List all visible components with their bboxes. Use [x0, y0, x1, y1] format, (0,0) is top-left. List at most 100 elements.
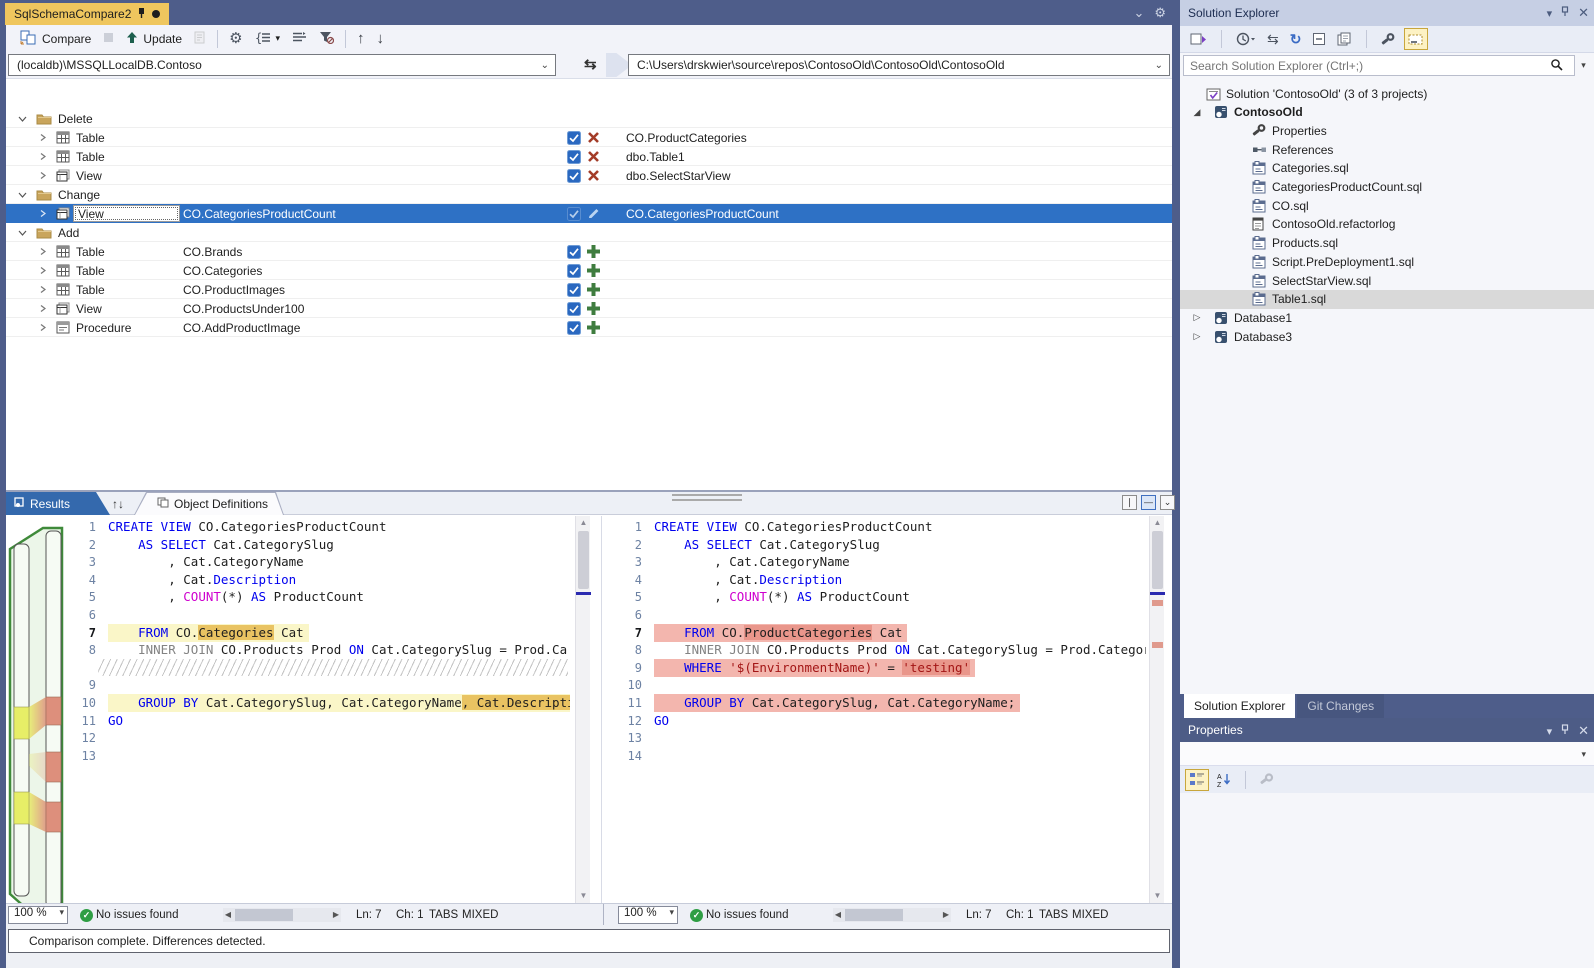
table-row[interactable]: TableCO.ProductCategories: [6, 128, 1172, 147]
chevron-right-icon[interactable]: [39, 261, 47, 280]
refresh-icon[interactable]: ↻: [1288, 28, 1304, 50]
table-row[interactable]: ProcedureCO.AddProductImage: [6, 318, 1172, 337]
close-icon[interactable]: ✕: [1578, 723, 1589, 739]
show-all-files-icon[interactable]: [1335, 28, 1354, 50]
tab-git-changes[interactable]: Git Changes: [1297, 694, 1384, 718]
update-button[interactable]: Update: [120, 28, 188, 50]
table-row[interactable]: Viewdbo.SelectStarView: [6, 166, 1172, 185]
tab-object-definitions[interactable]: Object Definitions: [135, 493, 283, 515]
horizontal-scrollbar[interactable]: ◀▶: [833, 908, 951, 922]
pending-changes-icon[interactable]: [1234, 28, 1258, 50]
table-row[interactable]: ViewCO.CategoriesProductCountCO.Categori…: [6, 204, 1172, 223]
document-tab-sqlschemacompare[interactable]: SqlSchemaCompare2: [5, 3, 169, 25]
gear-icon[interactable]: ⚙: [223, 29, 248, 49]
include-checkbox[interactable]: [567, 299, 581, 318]
source-database-dropdown[interactable]: (localdb)\MSSQLLocalDB.Contoso ⌄: [8, 54, 556, 76]
alphabetical-sort-button[interactable]: AZ: [1215, 769, 1234, 791]
tree-item-products-sql[interactable]: Products.sql: [1180, 234, 1594, 253]
zoom-dropdown[interactable]: 100 %▾: [618, 906, 678, 924]
tree-item-contosoold-refactorlog[interactable]: ContosoOld.refactorlog: [1180, 215, 1594, 234]
chevron-right-icon[interactable]: [39, 204, 47, 223]
expander-collapsed-icon[interactable]: ▷: [1192, 331, 1202, 342]
include-checkbox[interactable]: [567, 147, 581, 166]
group-row-delete[interactable]: Delete: [6, 109, 1172, 128]
vs-switch-icon[interactable]: [1188, 28, 1209, 50]
group-row-change[interactable]: Change: [6, 185, 1172, 204]
display-options-icon[interactable]: [286, 28, 313, 49]
include-checkbox[interactable]: [567, 280, 581, 299]
tree-item-script-predeployment1-sql[interactable]: Script.PreDeployment1.sql: [1180, 252, 1594, 271]
arrow-up-icon[interactable]: ↑: [351, 29, 371, 49]
include-checkbox[interactable]: [567, 242, 581, 261]
expander-expanded-icon[interactable]: ◢: [1192, 107, 1202, 118]
tree-item-selectstarview-sql[interactable]: SelectStarView.sql: [1180, 271, 1594, 290]
split-vertical-button[interactable]: ❘: [1122, 495, 1137, 510]
properties-title-bar[interactable]: Properties ▾ ✕: [1180, 718, 1594, 742]
arrow-down-icon[interactable]: ↓: [371, 29, 391, 49]
chevron-right-icon[interactable]: [39, 128, 47, 147]
group-by-icon[interactable]: {▾: [249, 28, 287, 50]
filter-icon[interactable]: [313, 28, 340, 50]
compare-button[interactable]: Compare: [14, 27, 97, 51]
chevron-down-icon[interactable]: ⌄: [1133, 5, 1144, 21]
chevron-down-icon[interactable]: [18, 109, 27, 128]
tree-item-references[interactable]: References: [1180, 140, 1594, 159]
tab-solution-explorer[interactable]: Solution Explorer: [1184, 694, 1295, 718]
horizontal-scrollbar[interactable]: ◀▶: [223, 908, 341, 922]
chevron-down-icon[interactable]: [18, 185, 27, 204]
solution-tree[interactable]: Solution 'ContosoOld' (3 of 3 projects)◢…: [1180, 80, 1594, 680]
object-type-editbox[interactable]: View: [73, 205, 180, 222]
window-position-chevron-icon[interactable]: ▾: [1547, 725, 1553, 738]
target-code-editor[interactable]: 1CREATE VIEW CO.CategoriesProductCount2 …: [610, 516, 1146, 903]
expander-collapsed-icon[interactable]: ▷: [1192, 312, 1202, 323]
include-checkbox[interactable]: [567, 318, 581, 337]
include-checkbox[interactable]: [567, 261, 581, 280]
chevron-right-icon[interactable]: [39, 280, 47, 299]
group-row-add[interactable]: Add: [6, 223, 1172, 242]
tree-item-categoriesproductcount-sql[interactable]: CategoriesProductCount.sql: [1180, 178, 1594, 197]
collapse-pane-button[interactable]: ⌄: [1160, 495, 1175, 510]
window-position-chevron-icon[interactable]: ▾: [1547, 7, 1553, 20]
tree-item-contosoold[interactable]: ◢ContosoOld: [1180, 103, 1594, 122]
search-options-chevron[interactable]: ▾: [1576, 55, 1591, 76]
tree-item-solution-contosoold-3-of-3-pro[interactable]: Solution 'ContosoOld' (3 of 3 projects): [1180, 84, 1594, 103]
preview-selected-icon[interactable]: [1404, 28, 1428, 50]
chevron-right-icon[interactable]: [39, 299, 47, 318]
gear-icon[interactable]: ⚙: [1154, 5, 1166, 21]
table-row[interactable]: TableCO.Categories: [6, 261, 1172, 280]
right-editor-scrollbar[interactable]: ▲▼: [1149, 516, 1164, 903]
table-row[interactable]: TableCO.Brands: [6, 242, 1172, 261]
swap-source-target-button[interactable]: ⇆: [584, 55, 597, 73]
include-checkbox[interactable]: [567, 128, 581, 147]
pin-icon[interactable]: [1561, 6, 1569, 20]
properties-wrench-icon[interactable]: [1379, 28, 1397, 50]
chevron-right-icon[interactable]: [39, 147, 47, 166]
source-code-editor[interactable]: 1CREATE VIEW CO.CategoriesProductCount2 …: [64, 516, 570, 903]
pin-icon[interactable]: [1561, 724, 1569, 738]
categorized-view-button[interactable]: [1185, 769, 1209, 791]
collapse-all-icon[interactable]: [1310, 28, 1328, 50]
diff-minimap[interactable]: [8, 524, 64, 914]
solution-explorer-title-bar[interactable]: Solution Explorer ▾ ✕: [1180, 0, 1594, 26]
chevron-right-icon[interactable]: [39, 242, 47, 261]
chevron-right-icon[interactable]: [39, 166, 47, 185]
tree-item-table1-sql[interactable]: Table1.sql: [1180, 290, 1594, 309]
pane-divider[interactable]: [601, 516, 602, 903]
schema-compare-grid[interactable]: DeleteTableCO.ProductCategoriesTabledbo.…: [6, 78, 1172, 490]
target-project-dropdown[interactable]: C:\Users\drskwier\source\repos\ContosoOl…: [628, 54, 1170, 76]
tree-item-categories-sql[interactable]: Categories.sql: [1180, 159, 1594, 178]
sync-icon[interactable]: ⇆: [1265, 28, 1281, 50]
tree-item-database1[interactable]: ▷Database1: [1180, 308, 1594, 327]
splitter-grip[interactable]: [672, 494, 742, 501]
close-icon[interactable]: ✕: [1578, 5, 1589, 21]
sort-order-button[interactable]: ↑↓: [112, 494, 132, 513]
table-row[interactable]: Tabledbo.Table1: [6, 147, 1172, 166]
left-editor-scrollbar[interactable]: ▲▼: [575, 516, 590, 903]
include-checkbox[interactable]: [567, 166, 581, 185]
chevron-down-icon[interactable]: [18, 223, 27, 242]
tab-results[interactable]: Results: [6, 492, 110, 515]
split-horizontal-button[interactable]: —: [1141, 495, 1156, 510]
solution-explorer-search-box[interactable]: [1183, 55, 1575, 76]
tree-item-co-sql[interactable]: CO.sql: [1180, 196, 1594, 215]
properties-object-dropdown[interactable]: ▾: [1180, 742, 1594, 766]
